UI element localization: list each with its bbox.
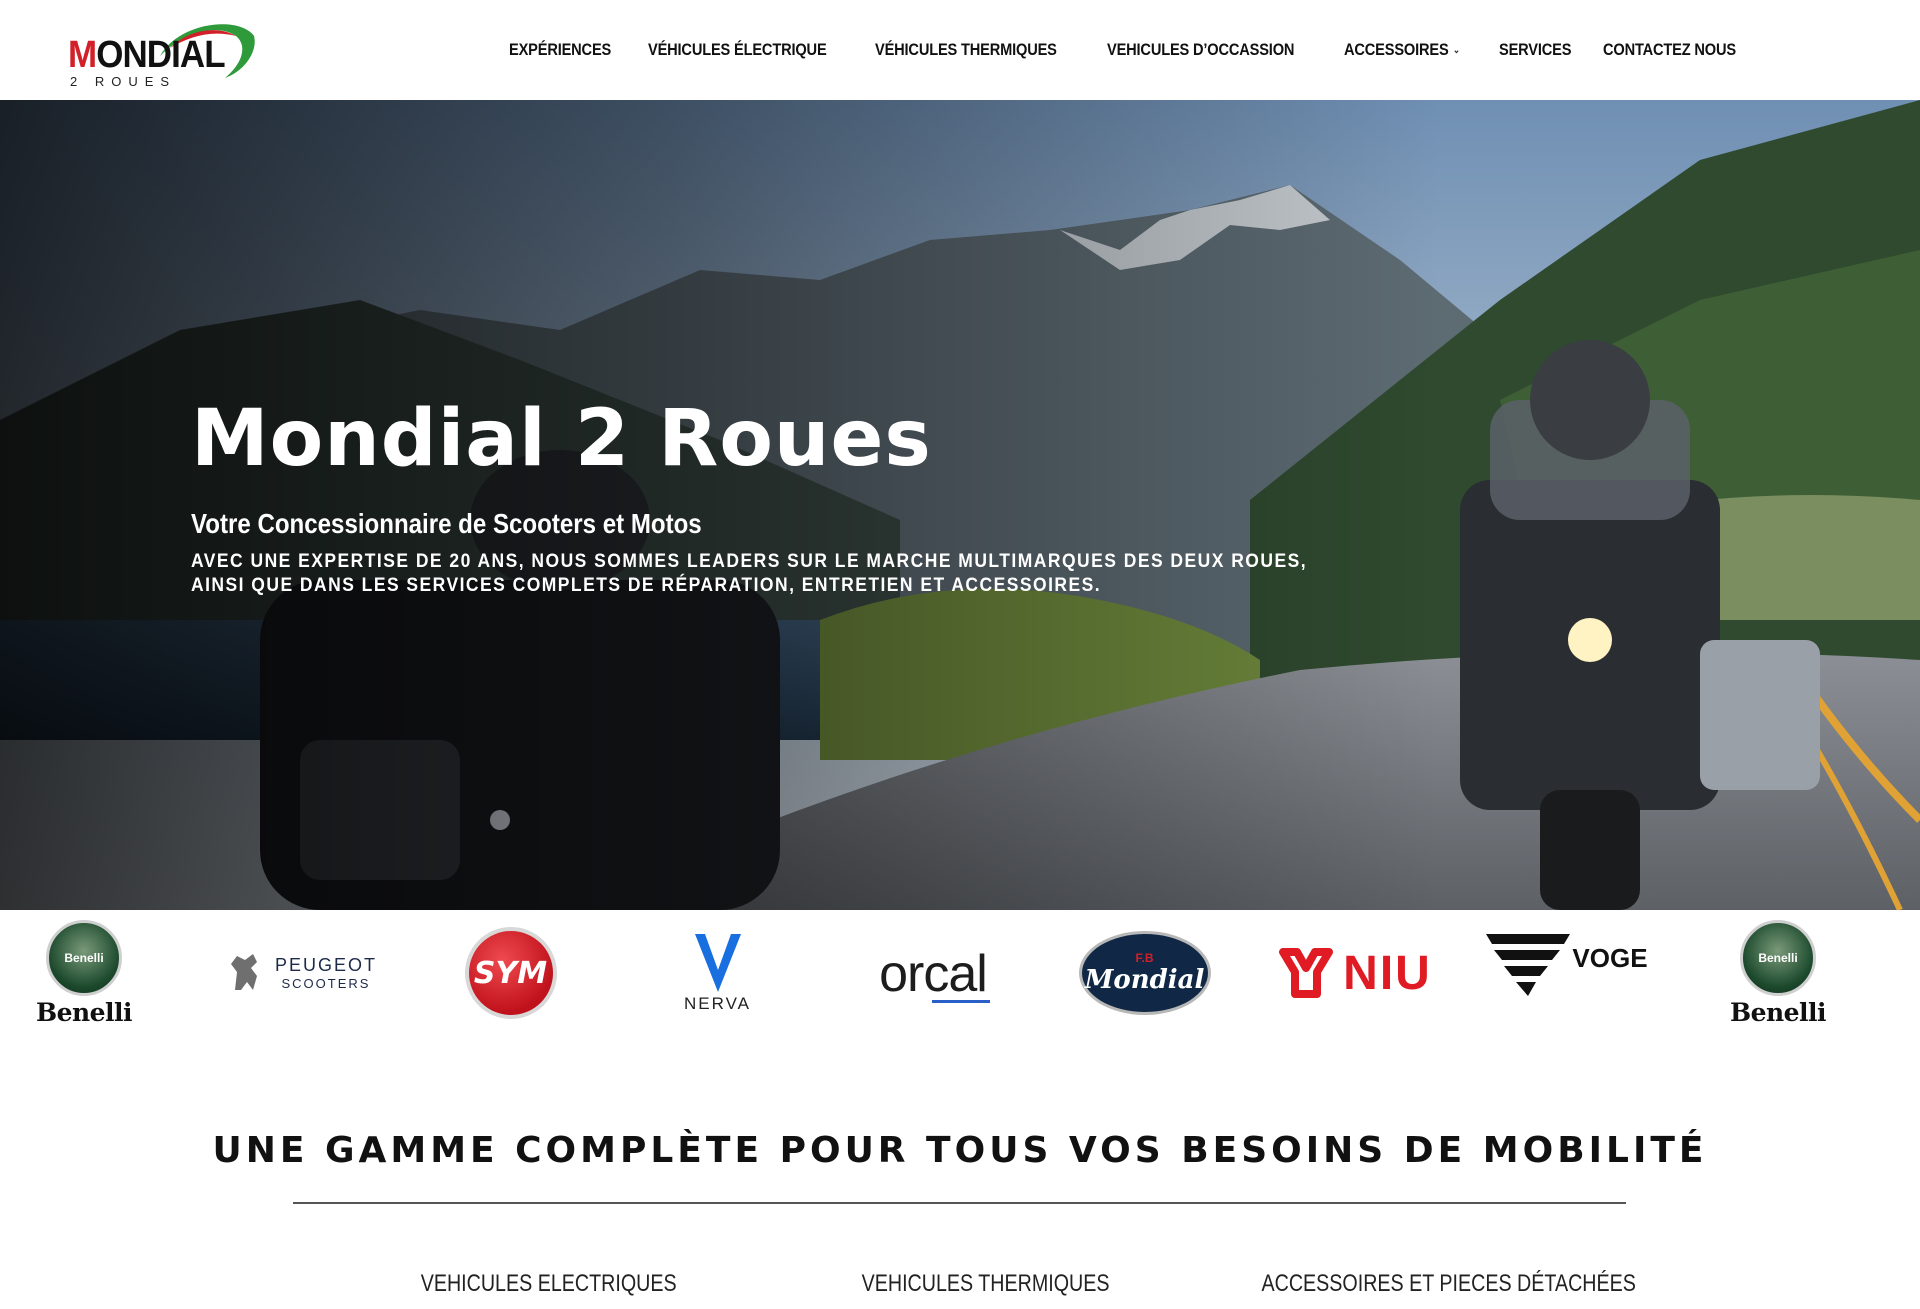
category-vehicules-thermiques[interactable]: VEHICULES THERMIQUES [862, 1270, 1110, 1298]
hero-description-line-2: AINSI QUE DANS LES SERVICES COMPLETS DE … [191, 575, 1102, 596]
sym-emblem-icon: SYM [464, 927, 557, 1019]
niu-emblem-icon [1279, 948, 1334, 998]
orcal-wordmark: orcal [879, 944, 988, 1003]
benelli-emblem-label: Benelli [64, 950, 104, 965]
brand-benelli[interactable]: Benelli Benelli [28, 918, 140, 1028]
brand-logo-carousel: Benelli Benelli PEUGEOT SCOOTERS SYM NER… [0, 910, 1920, 1035]
benelli-emblem-label: Benelli [1758, 950, 1798, 965]
voge-chevron-icon [1486, 934, 1571, 996]
chevron-down-icon: ⌄ [1453, 44, 1461, 56]
hero-description: AVEC UNE EXPERTISE DE 20 ANS, NOUS SOMME… [191, 550, 1307, 598]
logo-subtitle: 2 ROUES [70, 74, 177, 89]
hero-content: Mondial 2 Roues Votre Concessionnaire de… [191, 400, 1404, 598]
nerva-v-icon [694, 934, 741, 992]
main-nav: EXPÉRIENCES VÉHICULES ÉLECTRIQUE VÉHICUL… [509, 40, 1778, 60]
mondial-emblem-wordmark: Mondial [1084, 965, 1205, 995]
orcal-accent [931, 999, 990, 1003]
nav-contactez-nous[interactable]: CONTACTEZ NOUS [1603, 40, 1736, 60]
benelli-emblem-icon: Benelli [46, 919, 122, 996]
brand-nerva[interactable]: NERVA [665, 918, 770, 1028]
range-section-title: UNE GAMME COMPLÈTE POUR TOUS VOS BESOINS… [212, 1130, 1708, 1171]
benelli-wordmark: Benelli [35, 997, 133, 1027]
nerva-wordmark: NERVA [683, 994, 751, 1013]
brand-voge[interactable]: VOGE [1486, 910, 1648, 1020]
brand-sym[interactable]: SYM [463, 918, 558, 1028]
logo-wordmark: MONDIAL [68, 34, 226, 76]
hero-description-line-1: AVEC UNE EXPERTISE DE 20 ANS, NOUS SOMME… [191, 551, 1308, 572]
brand-niu[interactable]: NIU [1268, 918, 1443, 1028]
niu-wordmark: NIU [1343, 946, 1432, 1000]
peugeot-name: PEUGEOT [274, 955, 377, 975]
benelli-emblem-icon: Benelli [1740, 919, 1816, 996]
site-header: MONDIAL 2 ROUES EXPÉRIENCES VÉHICULES ÉL… [0, 0, 1920, 100]
brand-benelli-repeat[interactable]: Benelli Benelli [1722, 918, 1834, 1028]
mondial-emblem-icon: F.B Mondial [1078, 931, 1211, 1015]
nav-services[interactable]: SERVICES [1499, 40, 1571, 60]
logo-word-rest: ONDIAL [96, 34, 225, 76]
category-vehicules-electriques[interactable]: VEHICULES ELECTRIQUES [421, 1270, 677, 1298]
section-divider [293, 1202, 1626, 1204]
nav-accessoires[interactable]: ACCESSOIRES ⌄ [1344, 40, 1460, 60]
brand-orcal[interactable]: orcal [843, 918, 1023, 1028]
nav-experiences[interactable]: EXPÉRIENCES [509, 40, 611, 60]
hero-subtitle: Votre Concessionnaire de Scooters et Mot… [191, 508, 702, 539]
category-accessoires-pieces[interactable]: ACCESSOIRES ET PIECES DÉTACHÉES [1262, 1270, 1636, 1298]
voge-wordmark: VOGE [1572, 942, 1648, 973]
peugeot-wordmark: PEUGEOT SCOOTERS [275, 955, 377, 991]
nav-vehicules-thermiques[interactable]: VÉHICULES THERMIQUES [875, 40, 1057, 60]
sym-wordmark: SYM [473, 955, 548, 991]
peugeot-lion-icon [230, 954, 257, 990]
mondial-initials: F.B [1135, 951, 1154, 965]
hero-banner: Mondial 2 Roues Votre Concessionnaire de… [0, 100, 1920, 910]
nav-accessoires-label: ACCESSOIRES [1344, 40, 1450, 59]
mondial-logo[interactable]: MONDIAL 2 ROUES [66, 12, 256, 92]
benelli-wordmark: Benelli [1729, 997, 1827, 1027]
brand-peugeot[interactable]: PEUGEOT SCOOTERS [205, 918, 395, 1028]
hero-title: Mondial 2 Roues [191, 394, 932, 484]
nav-vehicules-electrique[interactable]: VÉHICULES ÉLECTRIQUE [648, 40, 827, 60]
brand-mondial[interactable]: F.B Mondial [1077, 918, 1212, 1028]
nav-vehicules-occasion[interactable]: VEHICULES D’OCCASSION [1107, 40, 1294, 60]
peugeot-sub: SCOOTERS [281, 976, 371, 991]
